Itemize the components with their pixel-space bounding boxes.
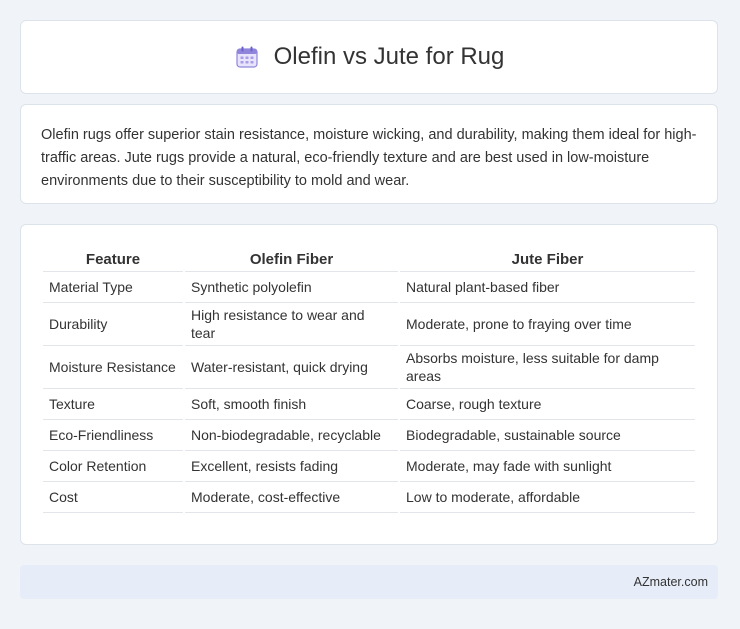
olefin-cell: High resistance to wear and tear (185, 303, 398, 346)
table-row: Durability High resistance to wear and t… (43, 303, 695, 346)
jute-cell: Biodegradable, sustainable source (400, 420, 695, 451)
olefin-cell: Non-biodegradable, recyclable (185, 420, 398, 451)
header-feature: Feature (43, 245, 183, 272)
olefin-cell: Water-resistant, quick drying (185, 346, 398, 389)
table-row: Eco-Friendliness Non-biodegradable, recy… (43, 420, 695, 451)
feature-cell: Cost (43, 482, 183, 513)
feature-cell: Color Retention (43, 451, 183, 482)
jute-cell: Low to moderate, affordable (400, 482, 695, 513)
table-row: Cost Moderate, cost-effective Low to mod… (43, 482, 695, 513)
olefin-cell: Moderate, cost-effective (185, 482, 398, 513)
feature-cell: Eco-Friendliness (43, 420, 183, 451)
summary-card: Olefin rugs offer superior stain resista… (20, 104, 718, 204)
header-olefin: Olefin Fiber (185, 245, 398, 272)
calendar-icon (234, 44, 260, 70)
olefin-cell: Synthetic polyolefin (185, 272, 398, 303)
feature-cell: Material Type (43, 272, 183, 303)
comparison-table: Feature Olefin Fiber Jute Fiber Material… (41, 245, 697, 513)
olefin-cell: Excellent, resists fading (185, 451, 398, 482)
summary-text: Olefin rugs offer superior stain resista… (41, 127, 697, 189)
comparison-card: Feature Olefin Fiber Jute Fiber Material… (20, 224, 718, 545)
table-header-row: Feature Olefin Fiber Jute Fiber (43, 245, 695, 272)
table-row: Material Type Synthetic polyolefin Natur… (43, 272, 695, 303)
footer-brand[interactable]: AZmater.com (634, 575, 708, 589)
table-row: Moisture Resistance Water-resistant, qui… (43, 346, 695, 389)
table-row: Texture Soft, smooth finish Coarse, roug… (43, 389, 695, 420)
jute-cell: Moderate, prone to fraying over time (400, 303, 695, 346)
jute-cell: Natural plant-based fiber (400, 272, 695, 303)
feature-cell: Moisture Resistance (43, 346, 183, 389)
jute-cell: Coarse, rough texture (400, 389, 695, 420)
table-row: Color Retention Excellent, resists fadin… (43, 451, 695, 482)
feature-cell: Durability (43, 303, 183, 346)
feature-cell: Texture (43, 389, 183, 420)
title-card: Olefin vs Jute for Rug (20, 20, 718, 94)
jute-cell: Moderate, may fade with sunlight (400, 451, 695, 482)
page-title: Olefin vs Jute for Rug (273, 43, 505, 70)
header-jute: Jute Fiber (400, 245, 695, 272)
footer: AZmater.com (20, 565, 718, 599)
jute-cell: Absorbs moisture, less suitable for damp… (400, 346, 695, 389)
olefin-cell: Soft, smooth finish (185, 389, 398, 420)
